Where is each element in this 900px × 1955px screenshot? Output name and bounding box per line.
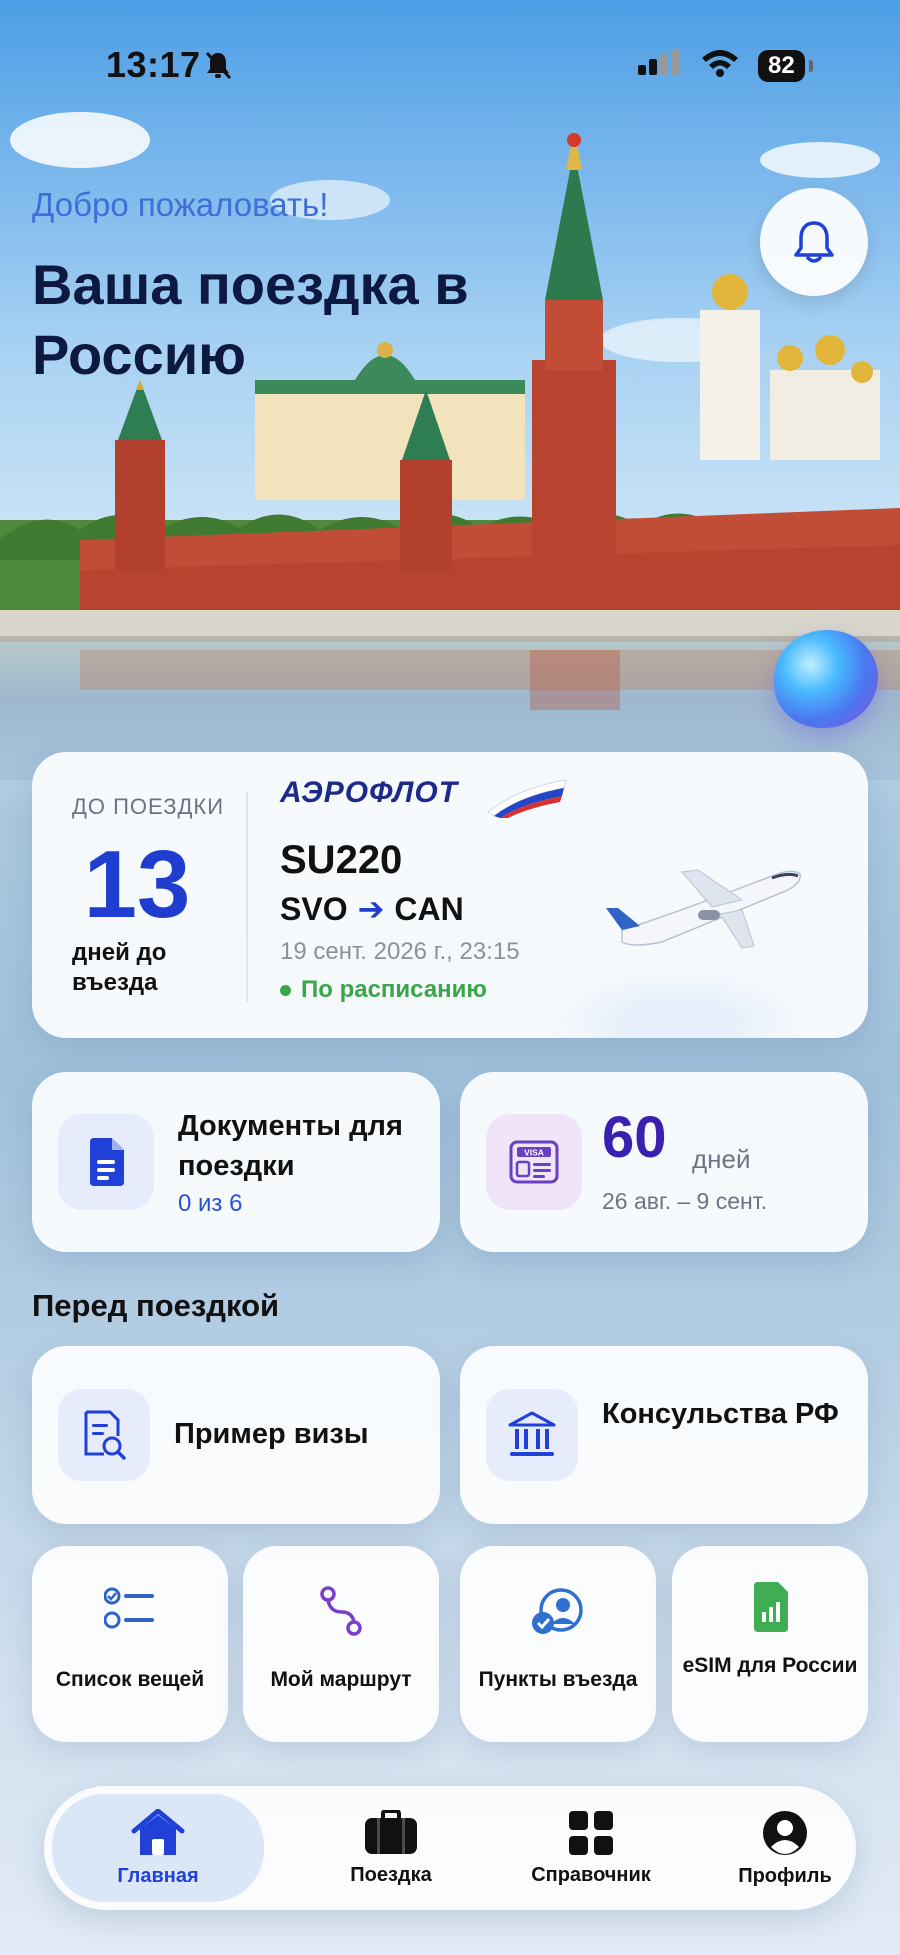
my-route-label: Мой маршрут bbox=[270, 1668, 412, 1691]
hero-image bbox=[0, 0, 900, 780]
checklist-icon bbox=[32, 1586, 228, 1632]
welcome-text: Добро пожаловать! bbox=[32, 186, 329, 223]
packing-list-label: Список вещей bbox=[55, 1668, 205, 1691]
tab-trip[interactable]: Поездка bbox=[296, 1786, 486, 1910]
route-icon bbox=[243, 1586, 439, 1636]
until-trip-label: ДО ПОЕЗДКИ bbox=[72, 794, 225, 819]
documents-progress: 0 из 6 bbox=[178, 1190, 243, 1217]
status-dot-icon bbox=[280, 984, 291, 996]
visa-date-range: 26 авг. – 9 сент. bbox=[602, 1188, 768, 1214]
tab-home[interactable]: Главная bbox=[52, 1794, 264, 1902]
esim-card[interactable]: eSIM для России bbox=[672, 1546, 868, 1742]
divider bbox=[246, 792, 248, 1002]
tab-profile[interactable]: Профиль bbox=[690, 1786, 880, 1910]
days-countdown: 13 bbox=[83, 831, 191, 938]
tab-trip-label: Поездка bbox=[350, 1863, 432, 1886]
visa-days-unit: дней bbox=[692, 1144, 751, 1174]
consulates-label: Консульства РФ bbox=[602, 1398, 839, 1430]
document-search-icon bbox=[58, 1389, 150, 1481]
consulates-card[interactable]: Консульства РФ bbox=[460, 1346, 868, 1524]
wifi-icon bbox=[700, 48, 740, 83]
page-title: Ваша поездка в Россию bbox=[32, 253, 469, 386]
visa-sample-label: Пример визы bbox=[174, 1418, 369, 1450]
destination-code: CAN bbox=[394, 890, 464, 927]
days-label: дней до въезда bbox=[72, 939, 167, 996]
visa-icon: VISA bbox=[486, 1114, 582, 1210]
government-building-icon bbox=[486, 1389, 578, 1481]
signal-icon bbox=[636, 49, 682, 82]
packing-list-card[interactable]: Список вещей bbox=[32, 1546, 228, 1742]
origin-code: SVO bbox=[280, 890, 348, 927]
document-icon bbox=[58, 1114, 154, 1210]
profile-icon bbox=[763, 1810, 807, 1855]
flight-number: SU220 bbox=[280, 838, 403, 882]
tab-home-label: Главная bbox=[117, 1864, 199, 1887]
airplane-icon bbox=[606, 869, 801, 949]
suitcase-icon bbox=[365, 1809, 417, 1854]
airline-logo: АЭРОФЛОТ bbox=[280, 776, 459, 809]
flight-status-text: По расписанию bbox=[301, 976, 487, 1003]
airline-flag-icon bbox=[488, 779, 567, 818]
bell-icon bbox=[794, 221, 834, 263]
visa-days-number: 60 bbox=[602, 1105, 667, 1170]
visa-sample-card[interactable]: Пример визы bbox=[32, 1346, 440, 1524]
status-time: 13:17 bbox=[106, 44, 201, 85]
entry-points-card[interactable]: Пункты въезда bbox=[460, 1546, 656, 1742]
my-route-card[interactable]: Мой маршрут bbox=[243, 1546, 439, 1742]
visa-badge-text: VISA bbox=[524, 1148, 544, 1158]
battery-indicator: 82 bbox=[758, 49, 813, 82]
tab-profile-label: Профиль bbox=[738, 1864, 832, 1887]
trip-card[interactable]: ДО ПОЕЗДКИ 13 дней до въезда АЭРОФЛОТ SU… bbox=[32, 752, 868, 1038]
flight-route: SVO ➔ CAN bbox=[280, 890, 464, 928]
arrow-right-icon: ➔ bbox=[357, 891, 385, 927]
grid-icon bbox=[569, 1810, 613, 1855]
documents-title: Документы для поездки bbox=[178, 1110, 403, 1182]
flight-status: По расписанию bbox=[280, 976, 487, 1004]
esim-label: eSIM для России bbox=[682, 1654, 858, 1677]
tab-reference[interactable]: Справочник bbox=[496, 1786, 686, 1910]
verified-user-icon bbox=[460, 1586, 656, 1636]
visa-card[interactable]: VISA 60 дней 26 авг. – 9 сент. bbox=[460, 1072, 868, 1252]
status-indicators: 82 bbox=[636, 48, 813, 83]
flight-datetime: 19 сент. 2026 г., 23:15 bbox=[280, 938, 520, 965]
tab-bar: Главная Поездка Справочник Профиль bbox=[44, 1786, 856, 1910]
sim-card-icon bbox=[672, 1582, 868, 1632]
section-title-before-trip: Перед поездкой bbox=[32, 1288, 280, 1323]
entry-points-label: Пункты въезда bbox=[478, 1668, 638, 1691]
notifications-button[interactable] bbox=[760, 188, 868, 296]
documents-card[interactable]: Документы для поездки 0 из 6 bbox=[32, 1072, 440, 1252]
tab-reference-label: Справочник bbox=[531, 1863, 651, 1886]
home-icon bbox=[131, 1808, 185, 1855]
silent-mode-icon bbox=[204, 50, 232, 85]
